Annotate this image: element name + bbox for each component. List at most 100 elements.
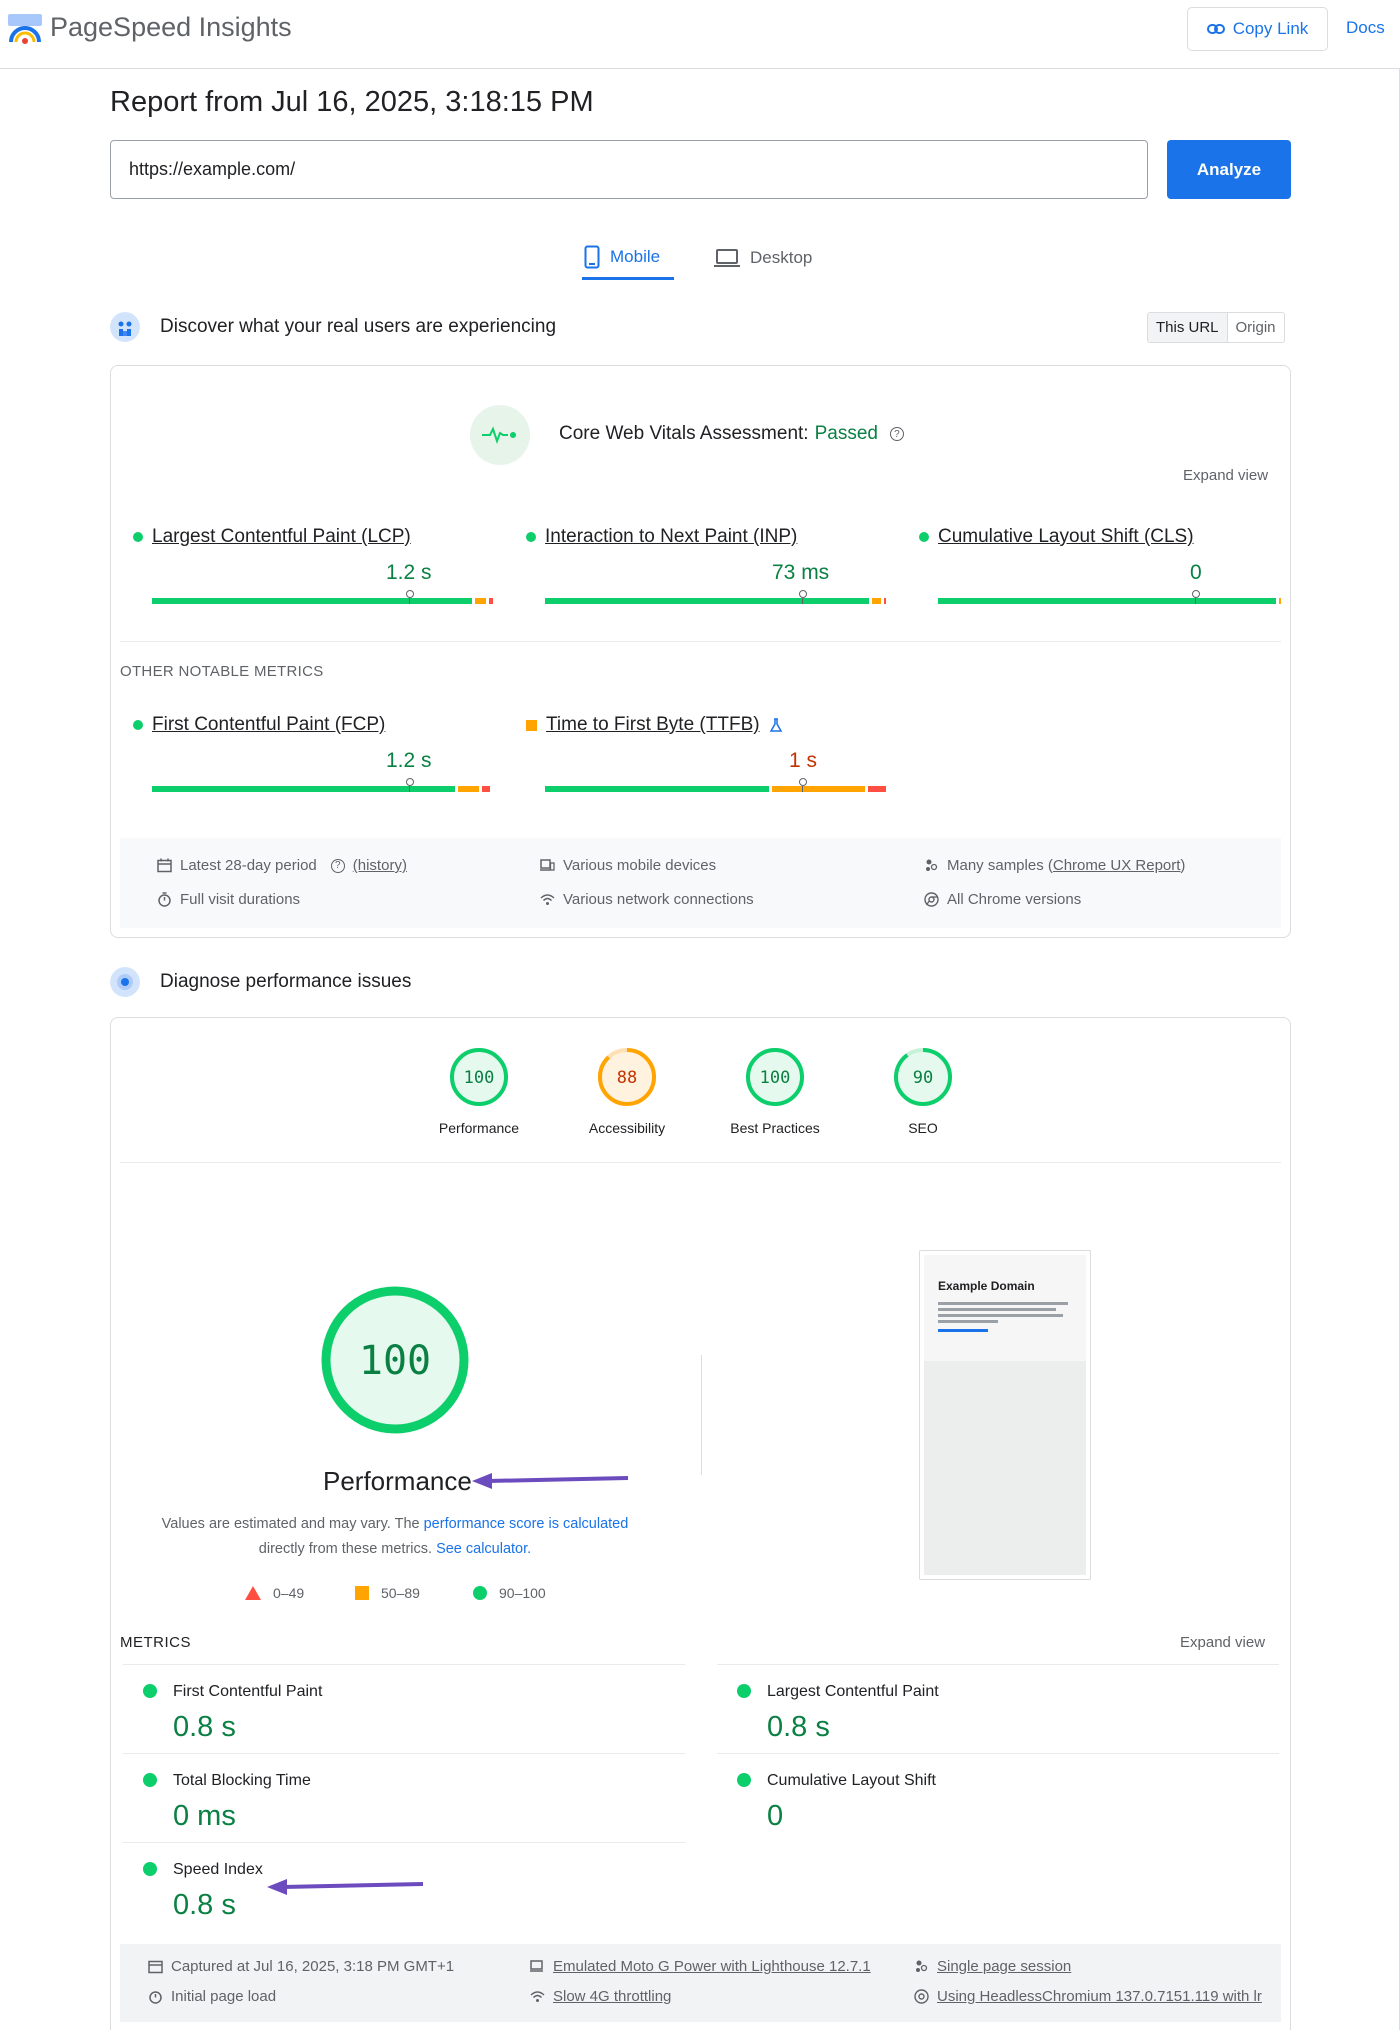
chrome-icon — [914, 1989, 929, 2004]
metrics-expand-view[interactable]: Expand view — [1180, 1634, 1265, 1651]
info-period: Latest 28-day period ? (history) — [157, 857, 407, 874]
toggle-this-url[interactable]: This URL — [1148, 313, 1228, 342]
score-calculated-link[interactable]: performance score is calculated — [424, 1516, 629, 1532]
help-icon[interactable]: ? — [889, 427, 904, 441]
help-icon[interactable]: ? — [330, 858, 345, 873]
info-chrome: All Chrome versions — [924, 891, 1081, 908]
vertical-separator — [701, 1355, 702, 1475]
metric-fcp-label[interactable]: First Contentful Paint (FCP) — [152, 714, 385, 736]
laptop-icon — [714, 249, 740, 267]
lab-metric-lcp-label: Largest Contentful Paint — [767, 1683, 939, 1700]
distribution-bar — [938, 590, 1282, 604]
legend-good-label: 90–100 — [499, 1585, 546, 1601]
annotation-arrow — [472, 1473, 629, 1489]
lab-metric-cls: Cumulative Layout Shift 0 — [717, 1753, 1279, 1842]
score-seo[interactable]: 90 SEO — [848, 1046, 998, 1136]
triangle-icon — [245, 1586, 261, 1600]
gauge-value: 88 — [617, 1068, 637, 1088]
distribution-segment — [458, 786, 480, 792]
lab-metric-cls-value: 0 — [767, 1800, 784, 1832]
info-durations-text: Full visit durations — [180, 891, 301, 908]
distribution-bar — [152, 778, 496, 792]
metric-ttfb-label[interactable]: Time to First Byte (TTFB) — [546, 714, 760, 736]
distribution-segment — [1278, 598, 1281, 604]
status-dot-good — [133, 720, 143, 730]
info-period-text: Latest 28-day period — [180, 857, 317, 874]
metric-cls-value: 0 — [1190, 561, 1202, 584]
top-bar: PageSpeed Insights Copy Link Docs — [0, 0, 1400, 69]
samples-dots-icon — [926, 859, 938, 871]
wifi-icon — [540, 894, 555, 905]
chrome-ux-report-link[interactable]: Chrome UX Report — [1053, 857, 1181, 874]
calendar-icon — [157, 858, 172, 873]
distribution-segment — [772, 786, 866, 792]
other-metrics-heading: OTHER NOTABLE METRICS — [120, 663, 324, 680]
lab-metric-fcp: First Contentful Paint 0.8 s — [123, 1664, 685, 1753]
info-devices-text: Various mobile devices — [563, 857, 717, 874]
tab-mobile[interactable]: Mobile — [582, 236, 674, 280]
samples-dots-icon — [916, 1960, 928, 1972]
info-browser-link[interactable]: Using HeadlessChromium 137.0.7151.119 wi… — [937, 1988, 1262, 2005]
see-calculator-link[interactable]: See calculator. — [436, 1541, 531, 1557]
info-load: Initial page load — [148, 1988, 276, 2005]
score-gauge: 100 — [450, 1048, 508, 1106]
url-input[interactable] — [110, 140, 1148, 199]
devices-icon — [530, 1960, 543, 1972]
users-crux-icon — [110, 312, 140, 342]
analyze-button[interactable]: Analyze — [1167, 140, 1291, 199]
lab-metric-fcp-value: 0.8 s — [173, 1711, 236, 1743]
stopwatch-icon — [158, 892, 171, 907]
annotation-arrow — [267, 1879, 424, 1895]
devices-icon — [540, 859, 555, 871]
info-throttling-link[interactable]: Slow 4G throttling — [553, 1988, 671, 2005]
note-part2: directly from these metrics. — [258, 1541, 437, 1557]
gauge-value: 100 — [760, 1068, 791, 1088]
distribution-segment — [545, 598, 869, 604]
score-accessibility[interactable]: 88 Accessibility — [552, 1046, 702, 1136]
big-performance-gauge: 100 — [321, 1286, 469, 1434]
score-gauge: 90 — [894, 1048, 952, 1106]
info-browser: Using HeadlessChromium 137.0.7151.119 wi… — [914, 1988, 1262, 2005]
tab-desktop[interactable]: Desktop — [714, 236, 812, 280]
status-dot-good — [526, 532, 536, 542]
legend-poor: 0–49 — [245, 1585, 304, 1601]
lab-metric-lcp-value: 0.8 s — [767, 1711, 830, 1743]
score-performance[interactable]: 100 Performance — [404, 1046, 554, 1136]
copy-link-button[interactable]: Copy Link — [1187, 7, 1328, 51]
performance-note: Values are estimated and may vary. The p… — [130, 1512, 660, 1562]
score-best-practices-label: Best Practices — [730, 1120, 820, 1136]
metric-cls-label[interactable]: Cumulative Layout Shift (CLS) — [938, 526, 1194, 548]
toggle-origin[interactable]: Origin — [1228, 313, 1284, 342]
legend-average: 50–89 — [355, 1585, 420, 1601]
screenshot-title: Example Domain — [938, 1279, 1035, 1293]
distribution-segment — [482, 786, 490, 792]
legend-good: 90–100 — [473, 1585, 546, 1601]
info-session-link[interactable]: Single page session — [937, 1958, 1071, 1975]
field-expand-view[interactable]: Expand view — [1183, 467, 1268, 484]
metric-inp-label[interactable]: Interaction to Next Paint (INP) — [545, 526, 797, 548]
status-dot-good — [737, 1773, 751, 1787]
score-best-practices[interactable]: 100 Best Practices — [700, 1046, 850, 1136]
status-dot-good — [143, 1773, 157, 1787]
docs-link[interactable]: Docs — [1346, 18, 1385, 38]
metric-ttfb-value: 1 s — [789, 749, 818, 772]
metric-lcp-label[interactable]: Largest Contentful Paint (LCP) — [152, 526, 411, 548]
info-captured: Captured at Jul 16, 2025, 3:18 PM GMT+1 — [148, 1958, 454, 1975]
lab-info-box — [120, 1944, 1281, 2022]
circle-icon — [473, 1586, 487, 1600]
score-seo-label: SEO — [908, 1120, 938, 1136]
note-part1: Values are estimated and may vary. The — [161, 1516, 424, 1532]
info-durations: Full visit durations — [157, 891, 300, 908]
info-samples-prefix: Many samples ( — [947, 857, 1053, 874]
experimental-flask-icon — [769, 718, 782, 732]
info-session: Single page session — [914, 1958, 1071, 1975]
field-heading-text: Discover what your real users are experi… — [160, 316, 557, 337]
distribution-segment — [883, 598, 886, 604]
info-device-link[interactable]: Emulated Moto G Power with Lighthouse 12… — [553, 1958, 871, 1975]
score-gauge: 88 — [598, 1048, 656, 1106]
score-performance-label: Performance — [438, 1120, 520, 1136]
pagespeed-logo-icon — [8, 14, 42, 44]
lab-section-heading: Diagnose performance issues — [110, 967, 411, 997]
history-link[interactable]: (history) — [353, 857, 407, 874]
vitals-pulse-icon — [470, 405, 530, 465]
